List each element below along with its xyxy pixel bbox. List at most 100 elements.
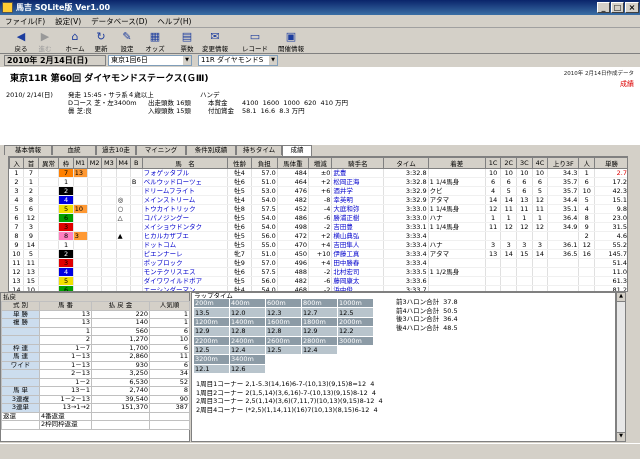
tab-4[interactable]: 条件別成績 — [186, 145, 236, 155]
tab-0[interactable]: 基本情報 — [4, 145, 52, 155]
table-cell: 54.0 — [251, 213, 278, 223]
column-header[interactable]: 負担 — [250, 157, 278, 169]
column-header[interactable]: 着差 — [427, 157, 486, 169]
column-header[interactable]: 人 — [578, 157, 595, 169]
column-header[interactable]: 2C — [500, 157, 518, 169]
table-cell[interactable]: 松岡正海 — [331, 177, 385, 187]
table-cell[interactable]: ポップロック — [142, 258, 229, 268]
table-cell[interactable]: コパノジングー — [142, 213, 229, 223]
table-cell[interactable]: メインストリーム — [142, 195, 229, 205]
table-row[interactable]: 5 6 5 10 ○ トウカイトリック 牡8 57.5 452 -4 大庭和弥 3:33.0 1 1/4… — [9, 204, 627, 214]
table-row[interactable]: 11 11 3 ポップロック 牡9 57.0 496 +4 田中勝春 3:33.4 51.4 — [9, 258, 627, 268]
table-row[interactable]: 9 14 1 ドットコム 牡5 55.0 470 +4 吉田隼人 3:33.4 ハナ 3 3 3 3 36.1… — [9, 240, 627, 250]
column-header[interactable]: 馬体重 — [276, 157, 310, 169]
column-header[interactable]: 馬 名 — [141, 157, 229, 169]
table-cell: 472 — [277, 231, 310, 241]
toolbar-button-forward-arrow[interactable]: ▶ 進む — [30, 30, 60, 53]
toolbar-button-odds[interactable]: ▦ オッズ — [140, 30, 170, 53]
column-header[interactable]: 増減 — [307, 157, 333, 169]
table-row[interactable]: 3 2 2 ドリームフライト 牡5 53.0 476 +6 酒井学 3:32.9 クビ 4 5 6 5 35.… — [9, 186, 627, 196]
table-cell[interactable]: 吉田豊 — [331, 222, 385, 232]
column-header[interactable]: M3 — [101, 157, 117, 169]
tab-2[interactable]: 過去10走 — [96, 145, 136, 155]
table-cell[interactable]: 幸英明 — [331, 195, 385, 205]
table-row[interactable]: 6 12 6 △ コパノジングー 牡5 54.0 486 -6 勝浦正樹 3:33.0 ハナ 1 1 1 1 3… — [9, 213, 627, 223]
table-cell[interactable]: ダイワワイルドボア — [142, 276, 229, 286]
toolbar-button-settings[interactable]: ✎ 設定 — [112, 30, 142, 53]
column-header[interactable]: M4 — [115, 157, 131, 169]
table-cell — [130, 249, 143, 259]
column-header[interactable]: 異常 — [37, 157, 60, 169]
scroll-down-icon[interactable]: ▼ — [617, 432, 625, 441]
table-cell[interactable]: 吉田隼人 — [331, 240, 385, 250]
table-cell[interactable]: フォゲッタブル — [142, 168, 229, 178]
toolbar-button-change-info[interactable]: ✉ 変更情報 — [200, 30, 230, 53]
menu-database[interactable]: データベース(D) — [86, 15, 152, 28]
table-cell[interactable]: 藤岡康太 — [331, 276, 385, 286]
column-header[interactable]: M2 — [86, 157, 103, 169]
race-select[interactable]: 11R ダイヤモンドS ▼ — [198, 55, 278, 66]
maximize-icon[interactable]: □ — [611, 2, 624, 13]
table-row[interactable]: 8 9 8 3 ▲ ヒカルカザブエ 牡5 56.0 472 +2 横山典弘 3:33.4 2 4.6 — [9, 231, 627, 241]
tab-5[interactable]: 持ちタイム — [236, 145, 282, 155]
table-cell: 1 — [532, 213, 549, 223]
column-header[interactable]: 単勝 — [594, 157, 627, 169]
table-cell[interactable]: 武豊 — [331, 168, 385, 178]
table-row[interactable]: 7 3 3 メイショウドンタク 牡6 54.0 498 -2 吉田豊 3:33.1 1 1/4馬身 1… — [9, 222, 627, 232]
table-cell[interactable]: ピエンナーレ — [142, 249, 229, 259]
table-cell — [130, 195, 143, 205]
table-cell[interactable]: ドリームフライト — [142, 186, 229, 196]
payout-panel: 払戻 式 別馬 番払 戻 金人気順単 勝 13 220 1 複 勝 13 140 1 1 560 6… — [0, 292, 190, 442]
tab-3[interactable]: マイニング — [136, 145, 186, 155]
scroll-up-icon[interactable]: ▲ — [617, 293, 625, 302]
tab-6[interactable]: 成績 — [282, 145, 312, 156]
table-cell[interactable]: 田中勝春 — [331, 258, 385, 268]
table-cell[interactable]: ベルウッドローツェ — [142, 177, 229, 187]
table-cell[interactable]: 大庭和弥 — [331, 204, 385, 214]
column-header[interactable]: 枠 — [58, 157, 74, 169]
column-header[interactable]: 性齢 — [227, 157, 252, 169]
column-header[interactable]: 4C — [531, 157, 549, 169]
column-header[interactable]: タイム — [383, 157, 429, 169]
table-cell[interactable]: 横山典弘 — [331, 231, 385, 241]
table-row[interactable]: 10 5 2 ピエンナーレ 牝7 51.0 450 +10 伊藤工真 3:33.4 アタマ 13 14 1… — [9, 249, 627, 259]
table-row[interactable]: 13 15 5 ダイワワイルドボア 牡5 56.0 482 -6 藤岡康太 3:33.6 61.3 — [9, 276, 627, 286]
toolbar-button-votes[interactable]: ▤ 票数 — [172, 30, 202, 53]
table-cell[interactable]: ヒカルカザブエ — [142, 231, 229, 241]
table-row[interactable]: 1 7 7 13 フォゲッタブル 牡4 57.0 484 ±0 武豊 3:32.8 10 10 10 10 3… — [9, 168, 627, 178]
table-row[interactable]: 2 1 1 B ベルウッドローツェ 牡6 51.0 464 +2 松岡正海 3:32.8 1 1/4馬… — [9, 177, 627, 187]
menu-settings[interactable]: 設定(V) — [50, 15, 86, 28]
table-cell[interactable]: ドットコム — [142, 240, 229, 250]
tab-1[interactable]: 血統 — [52, 145, 96, 155]
table-cell[interactable]: モンテクリスエス — [142, 267, 229, 277]
table-cell[interactable]: 勝浦正樹 — [331, 213, 385, 223]
column-header[interactable]: 入 — [9, 157, 25, 169]
payout-cell: 8 — [149, 386, 190, 396]
menu-help[interactable]: ヘルプ(H) — [152, 15, 196, 28]
column-header[interactable]: 上り3F — [547, 157, 580, 169]
toolbar-button-schedule[interactable]: ▣ 開催情報 — [276, 30, 306, 53]
column-header[interactable]: M1 — [72, 157, 88, 169]
table-cell — [101, 177, 117, 187]
table-cell[interactable]: トウカイトリック — [142, 204, 229, 214]
column-header[interactable]: B — [129, 157, 143, 169]
menu-file[interactable]: ファイル(F) — [0, 15, 50, 28]
table-cell[interactable]: 伊藤工真 — [331, 249, 385, 259]
venue-select[interactable]: 東京1回6日 ▼ — [108, 55, 192, 66]
column-header[interactable]: 1C — [484, 157, 502, 169]
table-cell[interactable]: 北村宏司 — [331, 267, 385, 277]
table-cell: 牡6 — [227, 267, 252, 277]
close-icon[interactable]: × — [625, 2, 639, 13]
table-row[interactable]: 12 13 4 モンテクリスエス 牡6 57.5 488 -2 北村宏司 3:33.5 1 1/2馬… — [9, 267, 627, 277]
column-header[interactable]: 騎手名 — [331, 157, 385, 169]
column-header[interactable]: 3C — [516, 157, 533, 169]
payout-cell: 560 — [91, 326, 150, 336]
table-cell: 6 — [23, 204, 39, 214]
vertical-scrollbar[interactable]: ▲ ▼ — [616, 292, 626, 442]
minimize-icon[interactable]: _ — [597, 2, 610, 13]
table-cell[interactable]: メイショウドンタク — [142, 222, 229, 232]
toolbar-button-record[interactable]: ▭ レコード — [240, 30, 270, 53]
column-header[interactable]: 首 — [23, 157, 39, 169]
table-row[interactable]: 4 8 4 ◎ メインストリーム 牡4 54.0 482 -8 幸英明 3:32.9 アタマ 14 14 1… — [9, 195, 627, 205]
table-cell[interactable]: 酒井学 — [331, 186, 385, 196]
